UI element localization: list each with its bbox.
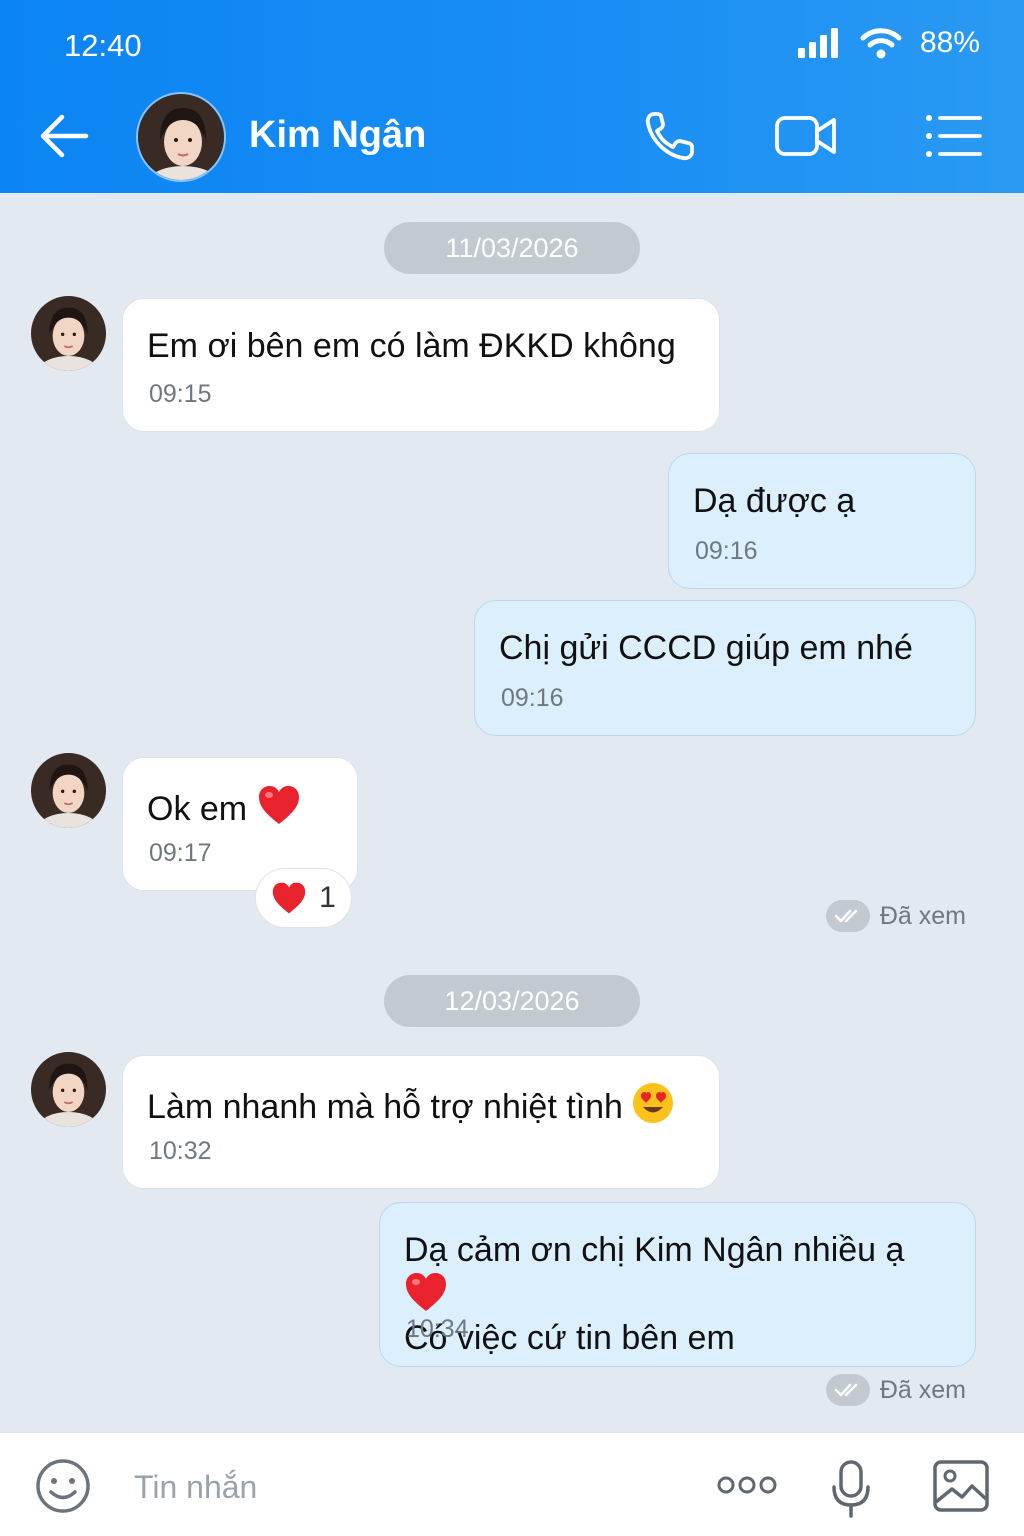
seen-label: Đã xem	[879, 901, 966, 930]
incoming-message[interactable]: Làm nhanh mà hỗ trợ nhiệt tình 10:32	[122, 1055, 720, 1189]
message-time: 10:34	[406, 1315, 469, 1343]
contact-avatar[interactable]	[136, 92, 226, 182]
reaction-badge[interactable]: 1	[255, 868, 352, 928]
signal-icon	[797, 28, 838, 58]
seen-check-icon	[825, 1374, 870, 1406]
back-arrow-icon[interactable]	[36, 108, 92, 164]
message-time: 09:15	[149, 380, 212, 408]
message-text: Dạ được ạ	[693, 482, 856, 520]
sender-avatar[interactable]	[31, 753, 106, 828]
message-time: 09:16	[501, 684, 564, 712]
seen-status: Đã xem	[825, 1374, 966, 1406]
date-separator: 11/03/2026	[384, 222, 640, 274]
reaction-count: 1	[319, 881, 336, 914]
contact-name[interactable]: Kim Ngân	[249, 114, 426, 157]
status-time: 12:40	[64, 28, 142, 63]
message-text: Làm nhanh mà hỗ trợ nhiệt tình	[147, 1088, 623, 1126]
seen-label: Đã xem	[879, 1375, 966, 1404]
message-text: Em ơi bên em có làm ĐKKD không	[147, 327, 676, 365]
status-icons: 88%	[797, 26, 980, 60]
heart-icon	[258, 786, 299, 824]
message-text-line2: Có việc cứ tin bên em	[404, 1319, 735, 1357]
more-icon[interactable]	[716, 1473, 778, 1497]
outgoing-message[interactable]: Dạ cảm ơn chị Kim Ngân nhiều ạ Có việc c…	[379, 1202, 976, 1367]
heart-icon	[406, 1273, 446, 1311]
emoji-icon[interactable]	[34, 1457, 92, 1515]
menu-list-icon[interactable]	[920, 106, 984, 166]
heart-icon	[272, 882, 306, 914]
message-time: 09:17	[149, 839, 212, 867]
wifi-icon	[860, 28, 902, 59]
date-separator: 12/03/2026	[384, 975, 640, 1027]
image-icon[interactable]	[932, 1459, 990, 1513]
message-text: Ok em	[147, 790, 248, 828]
message-time: 10:32	[149, 1137, 212, 1165]
microphone-icon[interactable]	[830, 1459, 872, 1519]
outgoing-message[interactable]: Chị gửi CCCD giúp em nhé 09:16	[474, 600, 976, 736]
seen-check-icon	[825, 900, 870, 932]
message-text-line1: Dạ cảm ơn chị Kim Ngân nhiều ạ	[404, 1231, 905, 1269]
incoming-message[interactable]: Em ơi bên em có làm ĐKKD không 09:15	[122, 298, 720, 432]
message-text: Chị gửi CCCD giúp em nhé	[499, 629, 913, 667]
message-input[interactable]: Tin nhắn	[134, 1469, 257, 1506]
chat-header: 12:40 88% Kim Ngân	[0, 0, 1024, 193]
sender-avatar[interactable]	[31, 1052, 106, 1127]
message-time: 09:16	[695, 537, 758, 565]
battery-level: 88%	[919, 26, 980, 59]
message-composer: Tin nhắn	[0, 1432, 1024, 1536]
sender-avatar[interactable]	[31, 296, 106, 371]
heart-eyes-emoji-icon	[633, 1083, 674, 1123]
outgoing-message[interactable]: Dạ được ạ 09:16	[668, 453, 976, 589]
video-call-icon[interactable]	[774, 106, 838, 166]
phone-icon[interactable]	[640, 106, 704, 166]
seen-status: Đã xem	[825, 900, 966, 932]
